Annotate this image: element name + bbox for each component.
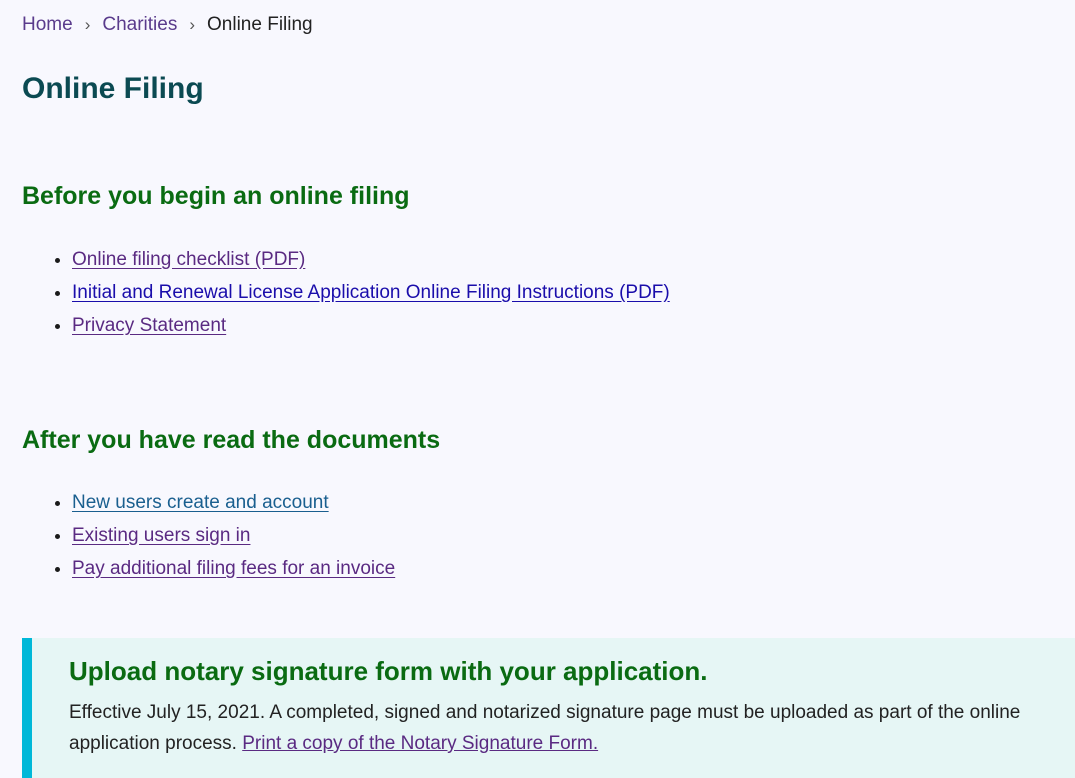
sign-in-link[interactable]: Existing users sign in xyxy=(72,525,250,546)
chevron-right-icon: › xyxy=(189,15,196,34)
list-item: Pay additional filing fees for an invoic… xyxy=(72,552,395,585)
breadcrumb-home[interactable]: Home xyxy=(22,14,73,36)
section-heading-after: After you have read the documents xyxy=(22,426,441,454)
section-heading-before: Before you begin an online filing xyxy=(22,182,410,210)
chevron-right-icon: › xyxy=(84,15,91,34)
list-item: New users create and account xyxy=(72,486,395,519)
page-title: Online Filing xyxy=(22,72,204,105)
list-item: Existing users sign in xyxy=(72,519,395,552)
notary-form-link[interactable]: Print a copy of the Notary Signature For… xyxy=(242,733,598,754)
instructions-pdf-link[interactable]: Initial and Renewal License Application … xyxy=(72,282,670,303)
before-links-list: Online filing checklist (PDF) Initial an… xyxy=(22,243,670,342)
create-account-link[interactable]: New users create and account xyxy=(72,492,329,513)
breadcrumb-current: Online Filing xyxy=(207,14,313,35)
list-item: Online filing checklist (PDF) xyxy=(72,243,670,276)
after-links-list: New users create and account Existing us… xyxy=(22,486,395,585)
pay-fees-link[interactable]: Pay additional filing fees for an invoic… xyxy=(72,558,395,579)
breadcrumb: Home › Charities › Online Filing xyxy=(22,14,313,36)
notary-callout: Upload notary signature form with your a… xyxy=(22,638,1075,778)
callout-heading: Upload notary signature form with your a… xyxy=(69,656,708,686)
privacy-statement-link[interactable]: Privacy Statement xyxy=(72,315,226,336)
list-item: Privacy Statement xyxy=(72,309,670,342)
callout-body: Effective July 15, 2021. A completed, si… xyxy=(69,697,1069,759)
list-item: Initial and Renewal License Application … xyxy=(72,276,670,309)
checklist-pdf-link[interactable]: Online filing checklist (PDF) xyxy=(72,249,305,270)
breadcrumb-charities[interactable]: Charities xyxy=(102,14,177,36)
